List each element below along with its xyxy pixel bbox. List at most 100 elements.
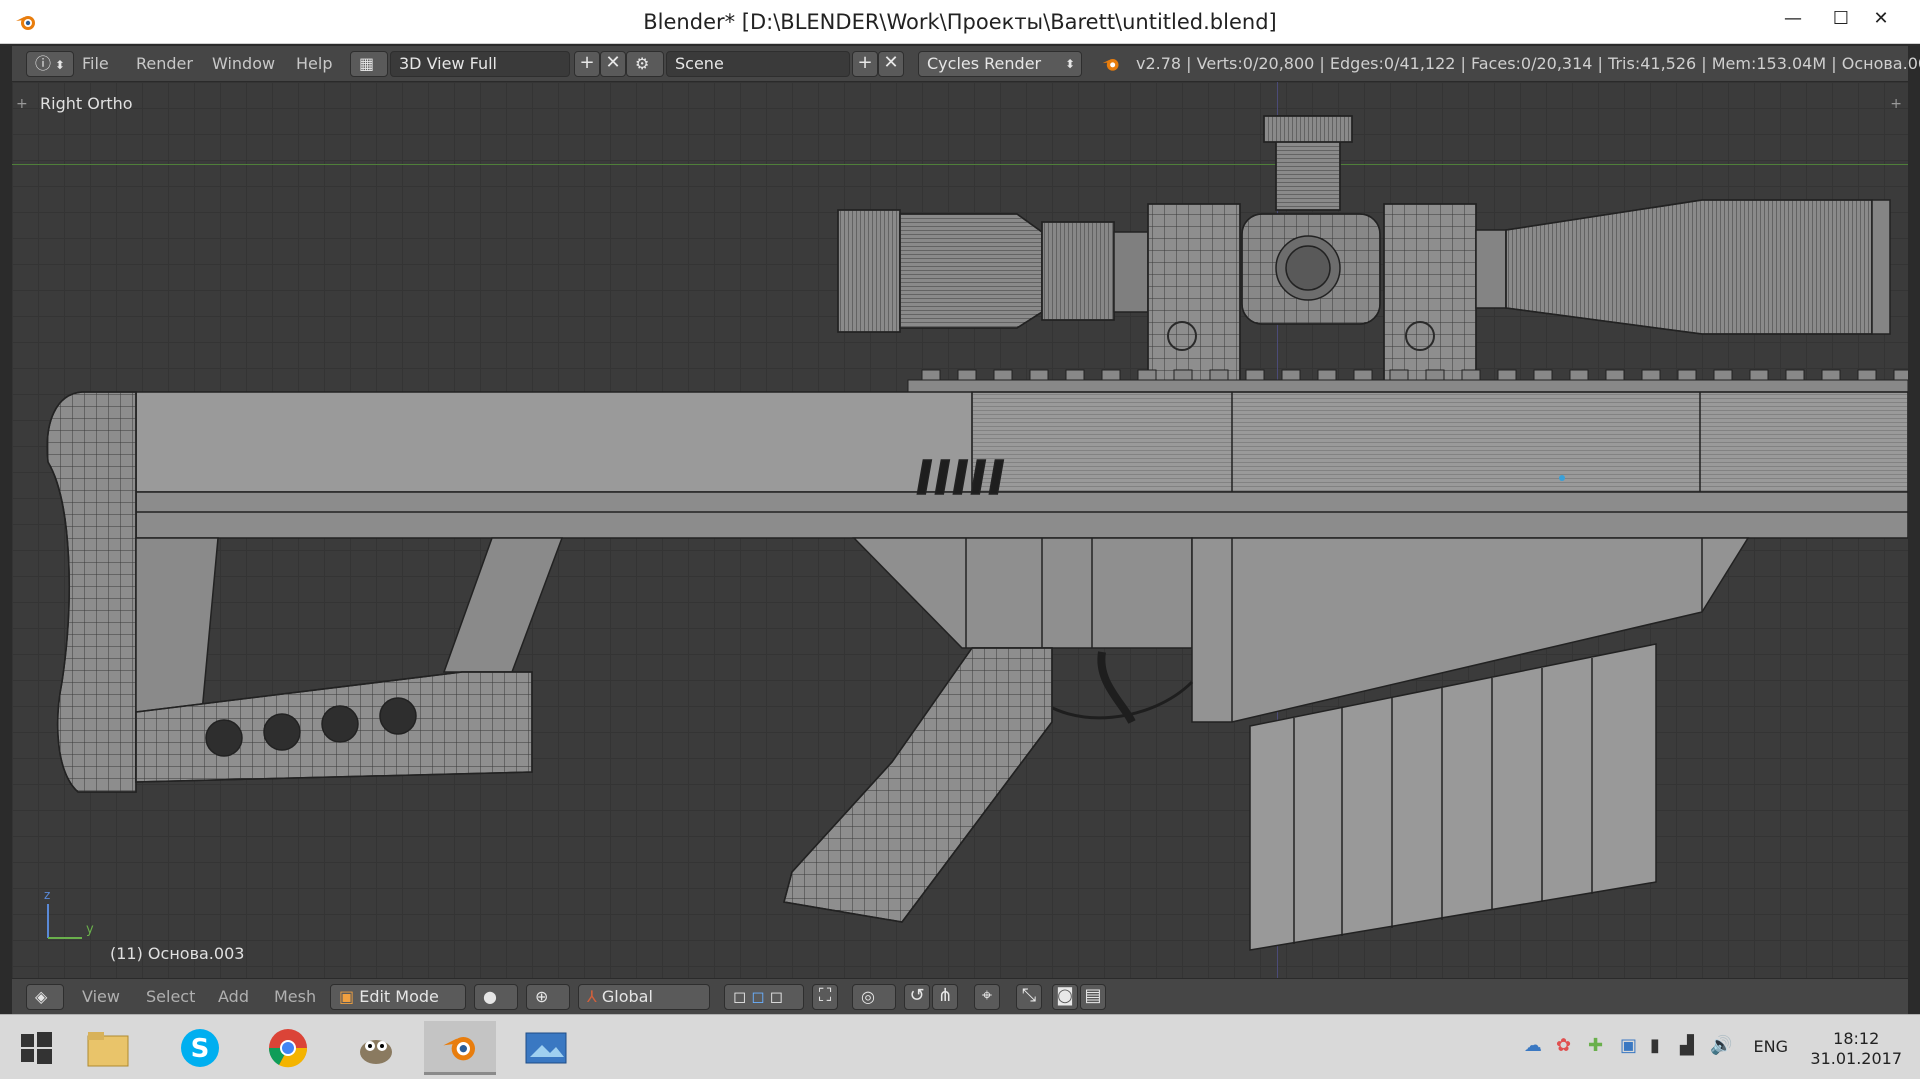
- delete-screen-button[interactable]: ✕: [600, 51, 626, 77]
- info-header: ⓘ ⬍ File Render Window Help ▦ 3D View Fu…: [12, 46, 1920, 82]
- rail-tooth: [993, 369, 1013, 381]
- edit-mode-icon: ▣: [339, 987, 360, 1006]
- limit-selection-button[interactable]: ⛶: [812, 984, 838, 1010]
- scene-stats: v2.78 | Verts:0/20,800 | Edges:0/41,122 …: [1136, 54, 1920, 73]
- mode-select[interactable]: ▣ Edit Mode: [330, 984, 466, 1010]
- screen-layout-icon-button[interactable]: ▦: [350, 51, 388, 77]
- delete-scene-button[interactable]: ✕: [878, 51, 904, 77]
- rail-tooth: [1569, 369, 1589, 381]
- render-camera-button[interactable]: ◙: [1052, 984, 1078, 1010]
- menu-window[interactable]: Window: [212, 46, 275, 82]
- language-indicator[interactable]: ENG: [1754, 1037, 1788, 1056]
- signal-icon[interactable]: ▟: [1680, 1035, 1694, 1056]
- skype-icon: S: [181, 1029, 219, 1067]
- rail-tooth: [1101, 369, 1121, 381]
- barrett-rifle-mesh[interactable]: [12, 82, 1908, 978]
- 3d-view-icon: ◈: [35, 987, 48, 1006]
- pistol-grip: [783, 647, 1053, 923]
- orientation-label: Global: [601, 987, 653, 1006]
- network-manager-icon[interactable]: ▣: [1620, 1035, 1637, 1056]
- menu-view[interactable]: View: [82, 979, 120, 1015]
- rail-tooth: [1317, 369, 1337, 381]
- plus-app-icon[interactable]: ✚: [1588, 1035, 1603, 1056]
- rail-tooth: [1821, 369, 1841, 381]
- clock[interactable]: 18:12 31.01.2017: [1810, 1029, 1902, 1069]
- 3d-viewport[interactable]: Right Ortho + + z y (11) Основа.003: [12, 82, 1908, 978]
- rail-tooth: [1245, 369, 1265, 381]
- taskbar-skype[interactable]: S: [164, 1021, 236, 1075]
- taskbar-blender[interactable]: [424, 1021, 496, 1075]
- folder-icon: [87, 1032, 129, 1067]
- pivot-point-select[interactable]: ⊕: [526, 984, 570, 1010]
- viewport-shading-select[interactable]: ●: [474, 984, 518, 1010]
- face-select-icon[interactable]: ◻: [770, 987, 783, 1006]
- battery-icon[interactable]: ▮: [1650, 1035, 1660, 1056]
- rail-tooth: [921, 369, 941, 381]
- rail-tooth: [1137, 369, 1157, 381]
- menu-help[interactable]: Help: [296, 46, 332, 82]
- manipulator-toggle-button[interactable]: ⤡: [1016, 984, 1042, 1010]
- trigger-assembly: [1030, 651, 1194, 724]
- scene-icon-button[interactable]: ⚙: [626, 51, 664, 77]
- axis-z-label: z: [44, 888, 51, 902]
- clock-time: 18:12: [1833, 1029, 1880, 1048]
- snap-target-button[interactable]: ⌖: [974, 984, 1000, 1010]
- close-button[interactable]: ✕: [1858, 0, 1904, 36]
- flower-app-icon[interactable]: ✿: [1556, 1035, 1571, 1056]
- menu-file[interactable]: File: [82, 46, 109, 82]
- rail-tooth: [1353, 369, 1373, 381]
- add-scene-button[interactable]: +: [852, 51, 878, 77]
- rail-tooth: [1173, 369, 1193, 381]
- volume-icon[interactable]: 🔊: [1710, 1035, 1732, 1056]
- active-object-label: (11) Основа.003: [110, 944, 245, 963]
- rail-tooth: [1461, 369, 1481, 381]
- menu-render[interactable]: Render: [136, 46, 193, 82]
- rail-tooth: [1749, 369, 1769, 381]
- window-titlebar: Blender* [D:\BLENDER\Work\Проекты\Barett…: [0, 0, 1920, 44]
- axis-y-label: y: [86, 922, 94, 937]
- menu-select[interactable]: Select: [146, 979, 195, 1015]
- windows-logo-icon: [21, 1032, 52, 1064]
- info-icon: ⓘ: [35, 54, 52, 73]
- editor-type-button[interactable]: ◈: [26, 984, 64, 1010]
- edge-select-icon[interactable]: ◻: [751, 987, 764, 1006]
- layout-icon: ▦: [359, 54, 375, 73]
- selected-vertex: [1559, 475, 1565, 481]
- taskbar-chrome[interactable]: [252, 1021, 324, 1075]
- receiver: [135, 391, 1908, 539]
- taskbar-gimp[interactable]: [340, 1021, 412, 1075]
- scene-field[interactable]: Scene: [666, 51, 850, 77]
- vertex-select-icon[interactable]: ◻: [733, 987, 746, 1006]
- taskbar-file-explorer[interactable]: [72, 1021, 144, 1075]
- screen-layout-field[interactable]: 3D View Full: [390, 51, 570, 77]
- rail-tooth: [1893, 369, 1908, 381]
- rail-tooth: [1785, 369, 1805, 381]
- rail-tooth: [1389, 369, 1409, 381]
- render-engine-select[interactable]: Cycles Render ⬍: [918, 51, 1082, 77]
- window-title: Blender* [D:\BLENDER\Work\Проекты\Barett…: [643, 10, 1277, 34]
- menu-add[interactable]: Add: [218, 979, 249, 1015]
- chevron-updown-icon: ⬍: [1064, 57, 1075, 71]
- taskbar-photo-viewer[interactable]: [510, 1021, 582, 1075]
- transform-orientation-select[interactable]: ⅄ Global: [578, 984, 710, 1010]
- snap-toggle-button[interactable]: ↺: [904, 984, 930, 1010]
- rail-tooth: [1029, 369, 1049, 381]
- blender-logo-icon: [1102, 59, 1119, 71]
- 3d-view-header: ◈ View Select Add Mesh ▣ Edit Mode ● ⊕ ⅄…: [12, 978, 1908, 1014]
- snap-element-button[interactable]: ⋔: [932, 984, 958, 1010]
- rail-tooth: [1065, 369, 1085, 381]
- minimize-button[interactable]: —: [1770, 0, 1816, 36]
- add-screen-button[interactable]: +: [574, 51, 600, 77]
- start-button[interactable]: [0, 1021, 72, 1075]
- onedrive-icon[interactable]: ☁: [1524, 1035, 1542, 1056]
- photo-viewer-icon: [525, 1032, 567, 1064]
- menu-mesh[interactable]: Mesh: [274, 979, 316, 1015]
- rail-tooth: [1497, 369, 1517, 381]
- picatinny-rail: [907, 379, 1908, 393]
- proportional-edit-select[interactable]: ◎: [852, 984, 896, 1010]
- clock-date: 31.01.2017: [1810, 1049, 1902, 1068]
- taskbar: S ☁ ✿ ✚ ▣ ▮ ▟ 🔊 ENG 18:12 31.01.2017: [0, 1014, 1920, 1079]
- editor-type-button[interactable]: ⓘ ⬍: [26, 51, 74, 77]
- render-animation-button[interactable]: ▤: [1080, 984, 1106, 1010]
- select-mode-group[interactable]: ◻ ◻ ◻: [724, 984, 804, 1010]
